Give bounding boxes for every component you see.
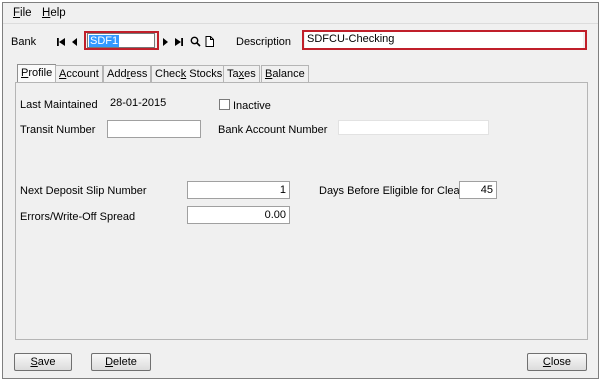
bank-id-selected-text: SDF1	[89, 35, 120, 47]
last-maintained-value: 28-01-2015	[108, 95, 204, 111]
menu-bar: File Help	[3, 3, 598, 24]
search-icon[interactable]	[189, 36, 201, 48]
transit-number-label: Transit Number	[20, 124, 96, 136]
tab-profile[interactable]: Profile	[17, 64, 57, 83]
bank-label: Bank	[11, 36, 37, 48]
profile-panel: Last Maintained 28-01-2015 Inactive Tran…	[15, 82, 588, 340]
tab-check-stocks[interactable]: Check Stocks	[151, 65, 227, 82]
last-maintained-label: Last Maintained	[20, 99, 98, 111]
inactive-label: Inactive	[233, 100, 271, 112]
description-label: Description	[236, 36, 292, 48]
transit-number-input[interactable]	[107, 120, 201, 138]
errors-write-off-input[interactable]: 0.00	[187, 206, 290, 224]
save-button[interactable]: Save	[14, 353, 72, 371]
tab-balance[interactable]: Balance	[261, 65, 309, 82]
inactive-checkbox[interactable]	[219, 99, 230, 110]
bank-id-input[interactable]: SDF1	[87, 33, 155, 48]
next-deposit-slip-input[interactable]: 1	[187, 181, 290, 199]
tab-account[interactable]: Account	[55, 65, 103, 82]
days-before-clearing-label: Days Before Eligible for Clearing	[319, 185, 478, 197]
bank-window: File Help Bank SDF1 Description SDFCU-Ch…	[2, 2, 599, 379]
close-button[interactable]: Close	[527, 353, 587, 371]
bank-account-number-input[interactable]	[338, 120, 489, 135]
menu-help[interactable]: Help	[42, 7, 66, 19]
tab-taxes[interactable]: Taxes	[223, 65, 260, 82]
new-document-icon[interactable]	[204, 36, 215, 48]
errors-write-off-label: Errors/Write-Off Spread	[20, 211, 136, 223]
first-record-icon[interactable]	[56, 37, 66, 49]
next-deposit-slip-label: Next Deposit Slip Number	[20, 185, 147, 197]
previous-record-icon[interactable]	[69, 37, 79, 49]
description-input[interactable]: SDFCU-Checking	[305, 32, 583, 48]
delete-button[interactable]: Delete	[91, 353, 151, 371]
bank-account-number-label: Bank Account Number	[218, 124, 328, 136]
last-record-icon[interactable]	[174, 37, 184, 49]
next-record-icon[interactable]	[161, 37, 171, 49]
tab-address[interactable]: Address	[103, 65, 152, 82]
menu-file[interactable]: File	[13, 7, 32, 19]
days-before-clearing-input[interactable]: 45	[459, 181, 497, 199]
